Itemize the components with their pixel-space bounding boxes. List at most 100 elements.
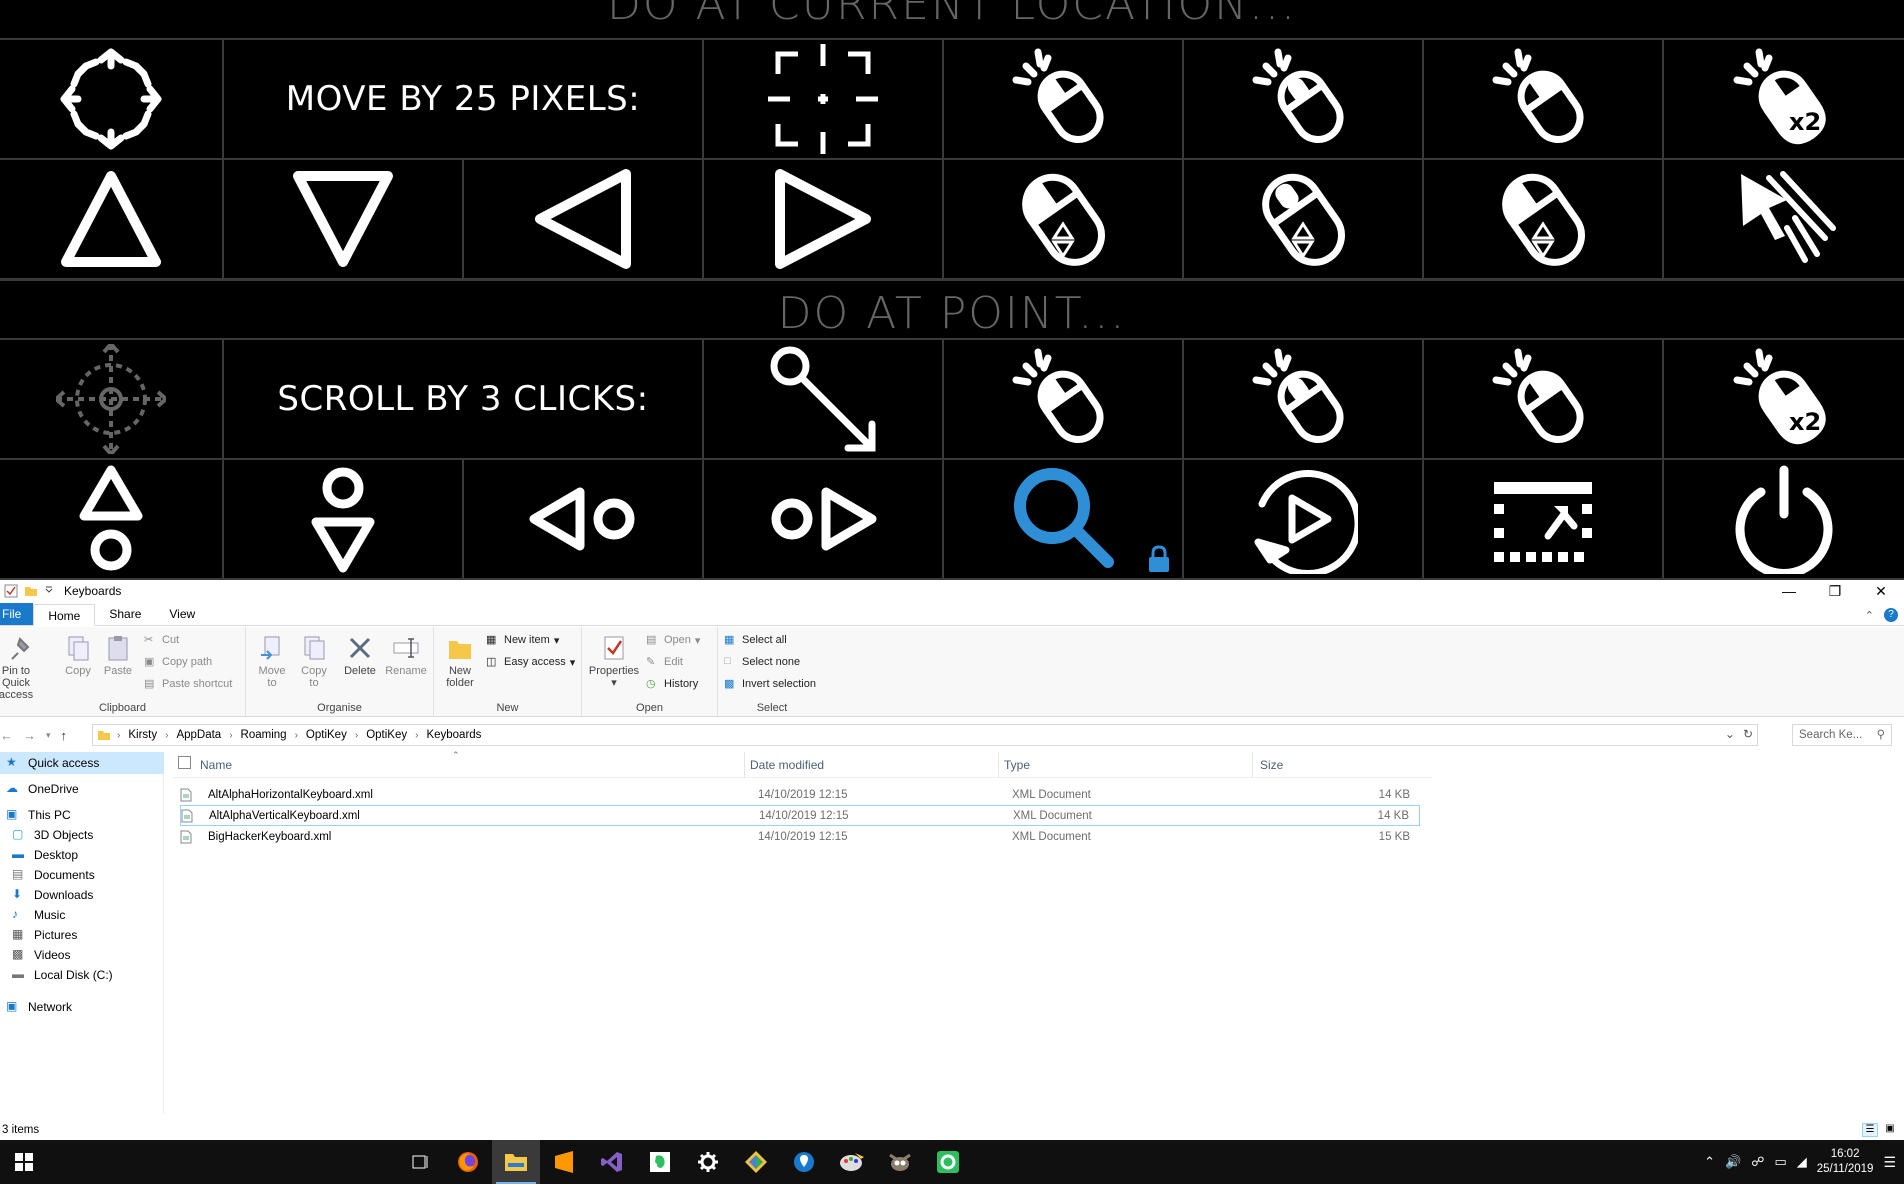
key-right-click[interactable] [1424, 40, 1664, 160]
cut-button[interactable]: ✂ Cut [144, 633, 179, 647]
key-point-double-click[interactable]: x2 [1664, 340, 1904, 460]
nav-network[interactable]: ▣ Network [0, 996, 164, 1018]
edit-button[interactable]: ✎ Edit [646, 655, 683, 669]
volume-icon[interactable]: 🔊 [1725, 1154, 1741, 1170]
back-arrow-icon[interactable]: ← [0, 728, 13, 743]
nav-pictures[interactable]: ▦ Pictures [0, 924, 164, 946]
firefox-taskbar-button[interactable] [444, 1140, 492, 1184]
notifications-icon[interactable]: ☰ [1883, 1154, 1896, 1171]
key-double-click[interactable]: x2 [1664, 40, 1904, 160]
breadcrumb-keyboards[interactable]: Keyboards [420, 729, 487, 741]
nav-local-disk[interactable]: ▬ Local Disk (C:) [0, 964, 164, 986]
help-icon[interactable]: ? [1884, 608, 1898, 622]
select-all-checkbox[interactable] [178, 756, 191, 769]
column-size[interactable]: Size [1260, 758, 1283, 772]
nav-videos[interactable]: ▩ Videos [0, 944, 164, 966]
refresh-icon[interactable]: ↻ [1743, 727, 1753, 741]
restore-button[interactable]: ❐ [1812, 580, 1858, 602]
key-point-left-click[interactable] [944, 340, 1184, 460]
git-kraken-taskbar-button[interactable] [732, 1140, 780, 1184]
battery-icon[interactable]: ▭ [1774, 1154, 1786, 1170]
key-fast-move[interactable] [1664, 160, 1904, 280]
tab-file[interactable]: File [0, 603, 34, 625]
easy-access-button[interactable]: ◫ Easy access ▾ [486, 655, 575, 669]
breadcrumb-roaming[interactable]: Roaming [235, 729, 293, 741]
nav-desktop[interactable]: ▬ Desktop [0, 844, 164, 866]
breadcrumb[interactable]: › Kirsty › AppData › Roaming › OptiKey ›… [92, 724, 1758, 746]
evernote-taskbar-button[interactable] [636, 1140, 684, 1184]
key-move-down[interactable] [224, 160, 464, 280]
key-scroll-right[interactable] [704, 460, 944, 580]
recent-chevron-icon[interactable]: ▾ [46, 730, 51, 741]
key-move-left[interactable] [464, 160, 704, 280]
file-explorer-taskbar-button[interactable] [492, 1140, 540, 1184]
key-scroll-up[interactable] [0, 460, 224, 580]
copy-to-button[interactable]: Copy to [296, 633, 332, 689]
nav-downloads[interactable]: ⬇ Downloads [0, 884, 164, 906]
table-row[interactable]: BigHackerKeyboard.xml 14/10/2019 12:15 X… [180, 826, 1420, 847]
key-magnetic-cursor[interactable] [0, 340, 224, 460]
network-tray-icon[interactable]: ☍ [1751, 1154, 1764, 1170]
key-scroll-down[interactable] [224, 460, 464, 580]
invert-selection-button[interactable]: ▩ Invert selection [724, 677, 816, 691]
key-continuous-mode[interactable] [1184, 460, 1424, 580]
nav-quick-access[interactable]: ★ Quick access [0, 752, 164, 774]
wifi-icon[interactable]: ◢ [1797, 1154, 1807, 1170]
key-right-drag[interactable] [1424, 160, 1664, 280]
clock[interactable]: 16:02 25/11/2019 [1817, 1147, 1874, 1177]
optikey-taskbar-button[interactable] [924, 1140, 972, 1184]
key-middle-drag[interactable] [1184, 160, 1424, 280]
paste-shortcut-button[interactable]: ▤ Paste shortcut [144, 677, 232, 691]
key-left-drag[interactable] [944, 160, 1184, 280]
tab-share[interactable]: Share [95, 603, 155, 625]
close-button[interactable]: ✕ [1858, 580, 1904, 602]
visual-studio-taskbar-button[interactable] [588, 1140, 636, 1184]
chevron-down-icon[interactable]: ⌄ [1725, 727, 1735, 741]
copy-button[interactable]: Copy [60, 633, 96, 677]
key-magnifier[interactable] [944, 460, 1184, 580]
key-move-up[interactable] [0, 160, 224, 280]
settings-taskbar-button[interactable] [684, 1140, 732, 1184]
delete-button[interactable]: Delete [340, 633, 380, 677]
forward-arrow-icon[interactable]: → [23, 728, 36, 743]
details-view-icon[interactable]: ☰ [1862, 1123, 1878, 1137]
chevron-up-icon[interactable]: ⌃ [1704, 1154, 1715, 1170]
nav-documents[interactable]: ▤ Documents [0, 864, 164, 886]
maps-taskbar-button[interactable] [780, 1140, 828, 1184]
key-move-right[interactable] [704, 160, 944, 280]
chevron-down-icon[interactable] [44, 584, 54, 598]
new-item-button[interactable]: ▦ New item ▾ [486, 633, 559, 647]
new-folder-button[interactable]: New folder [442, 633, 478, 689]
breadcrumb-optikey-2[interactable]: OptiKey [360, 729, 413, 741]
select-all-button[interactable]: ▦ Select all [724, 633, 787, 647]
up-arrow-icon[interactable]: ↑ [61, 728, 68, 743]
key-middle-click[interactable] [1184, 40, 1424, 160]
pin-quick-access-button[interactable]: Pin to Quick access [0, 633, 46, 701]
new-folder-quick-icon[interactable] [24, 584, 38, 598]
gimp-taskbar-button[interactable] [876, 1140, 924, 1184]
search-input[interactable]: Search Ke... ⚲ [1792, 724, 1892, 746]
rename-button[interactable]: Rename [384, 633, 428, 677]
nav-onedrive[interactable]: ☁ OneDrive [0, 778, 164, 800]
paint-taskbar-button[interactable] [828, 1140, 876, 1184]
key-move-to-point[interactable] [704, 340, 944, 460]
key-point-right-click[interactable] [1424, 340, 1664, 460]
history-button[interactable]: ◷ History [646, 677, 698, 691]
key-power[interactable] [1664, 460, 1904, 580]
nav-this-pc[interactable]: ▣ This PC [0, 804, 164, 826]
task-view-button[interactable] [396, 1140, 444, 1184]
key-scroll-left[interactable] [464, 460, 704, 580]
breadcrumb-kirsty[interactable]: Kirsty [122, 729, 163, 741]
minimize-button[interactable]: — [1766, 580, 1812, 602]
tab-view[interactable]: View [155, 603, 209, 625]
copy-path-button[interactable]: ▣ Copy path [144, 655, 212, 669]
paste-button[interactable]: Paste [100, 633, 136, 677]
column-name[interactable]: Name [200, 758, 232, 772]
breadcrumb-appdata[interactable]: AppData [170, 729, 227, 741]
key-left-click[interactable] [944, 40, 1184, 160]
start-button[interactable] [0, 1140, 48, 1184]
key-dock-mode[interactable] [1424, 460, 1664, 580]
key-point-middle-click[interactable] [1184, 340, 1424, 460]
column-type[interactable]: Type [1004, 758, 1030, 772]
large-icons-view-icon[interactable]: ▣ [1882, 1123, 1898, 1137]
